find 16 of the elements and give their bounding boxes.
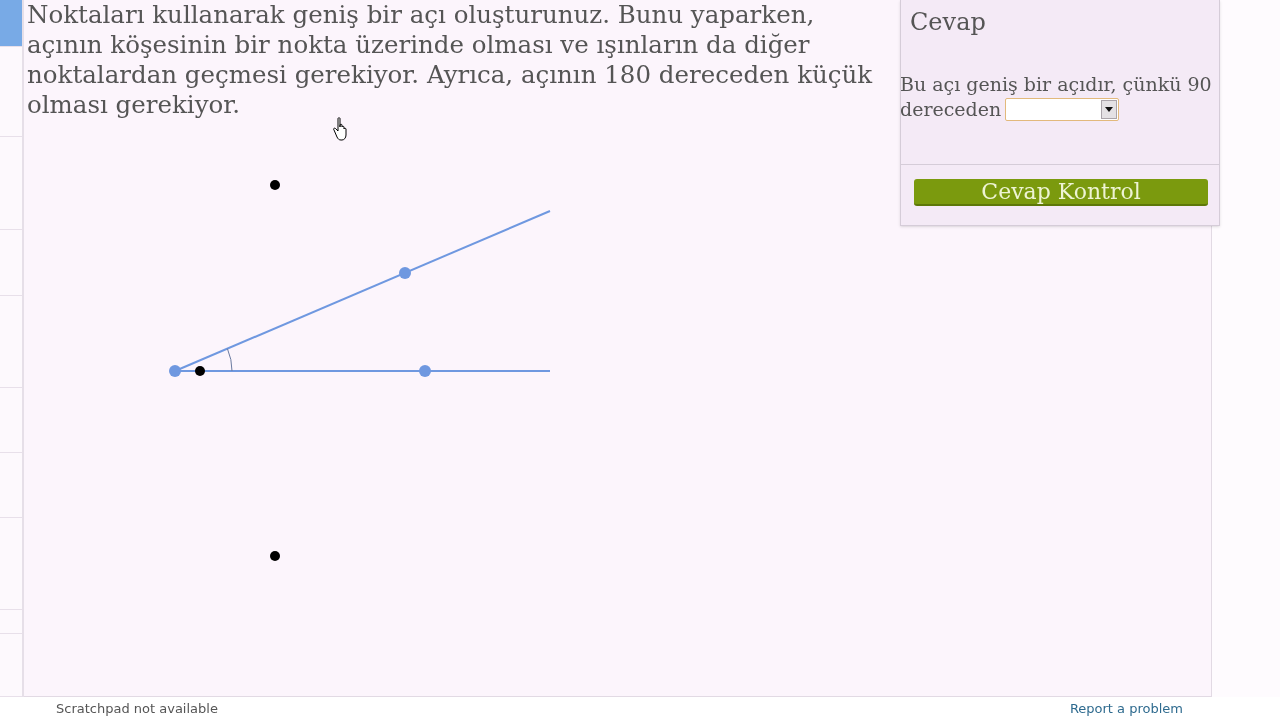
drag-handle-icon[interactable] <box>169 365 181 377</box>
question-text: Noktaları kullanarak geniş bir açı oluşturunuz. Bunu yaparken, açının köşesinin bir nokta üzerinde olması ve ışınların da diğer noktalardan geçmesi gerekiyor. Ayrıca, açının 180 dereceden küçük olması gerekiyor. <box>26 0 874 120</box>
scratchpad-note: Scratchpad not available <box>56 701 218 717</box>
angle-arc <box>226 348 233 372</box>
point-dot-icon <box>270 551 280 561</box>
sidebar-item[interactable] <box>0 0 22 47</box>
answer-dropdown[interactable] <box>1005 98 1120 121</box>
hand-cursor-icon <box>333 117 350 142</box>
answer-prompt: Bu açı geniş bir açıdır, çünkü 90 <box>900 72 1212 97</box>
point-dot-icon <box>195 366 205 376</box>
report-problem-link[interactable]: Report a problem <box>1069 701 1183 717</box>
panel-title: Cevap <box>909 7 987 38</box>
point-dot-icon <box>270 180 280 190</box>
drag-handle-icon[interactable] <box>399 267 411 279</box>
drag-handle-icon[interactable] <box>419 365 431 377</box>
answer-prompt: dereceden <box>900 97 1002 122</box>
